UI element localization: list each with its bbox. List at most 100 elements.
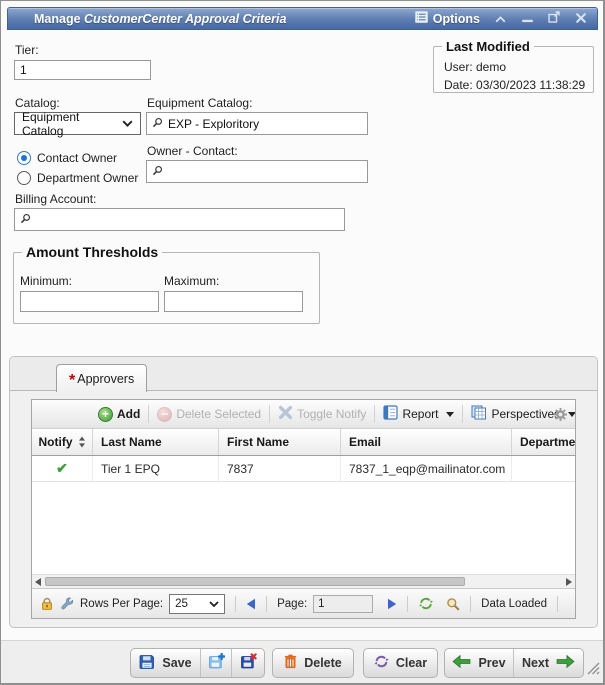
clear-refresh-icon bbox=[374, 654, 389, 672]
column-header-notify[interactable]: Notify bbox=[32, 429, 93, 455]
refresh-button[interactable] bbox=[418, 596, 434, 611]
minimum-input[interactable] bbox=[20, 291, 159, 312]
toggle-notify-icon bbox=[278, 405, 293, 423]
window-title: Manage CustomerCenter Approval Criteria bbox=[34, 12, 286, 26]
delete-button[interactable]: Delete bbox=[272, 648, 354, 678]
approvers-panel: * Approvers + Add − Delete Selected Togg… bbox=[9, 356, 598, 628]
page-input[interactable] bbox=[313, 595, 373, 613]
notify-check-icon: ✔ bbox=[56, 460, 68, 477]
rows-per-page-value: 25 bbox=[175, 598, 188, 610]
contact-owner-radio[interactable]: Contact Owner bbox=[17, 151, 117, 165]
toggle-notify-button[interactable]: Toggle Notify bbox=[276, 405, 368, 423]
report-icon bbox=[383, 405, 398, 423]
close-button[interactable] bbox=[574, 12, 588, 26]
save-floppy-icon bbox=[139, 654, 155, 673]
search-icon bbox=[20, 213, 31, 227]
column-header-first-name[interactable]: First Name bbox=[219, 429, 341, 455]
chevron-down-icon bbox=[568, 412, 576, 417]
column-header-last-name[interactable]: Last Name bbox=[93, 429, 219, 455]
chevron-down-icon bbox=[446, 412, 454, 417]
scroll-right-arrow-icon[interactable] bbox=[563, 575, 575, 589]
footer-bar: Save Delete Clear Prev Next bbox=[1, 640, 603, 683]
search-icon bbox=[152, 117, 163, 131]
save-add-floppy-icon bbox=[208, 653, 225, 673]
scrollbar-thumb[interactable] bbox=[45, 577, 465, 586]
save-and-add-button[interactable] bbox=[201, 649, 233, 677]
rows-per-page-select[interactable]: 25 bbox=[169, 594, 225, 614]
window-titlebar: Manage CustomerCenter Approval Criteria … bbox=[7, 7, 598, 30]
delete-selected-button[interactable]: − Delete Selected bbox=[155, 407, 263, 422]
last-modified-fieldset: Last Modified User: demo Date: 03/30/202… bbox=[433, 39, 594, 93]
delete-selected-icon: − bbox=[157, 407, 172, 422]
radio-unselected-icon bbox=[17, 171, 31, 185]
last-modified-date: Date: 03/30/2023 11:38:29 bbox=[444, 78, 585, 92]
last-modified-legend: Last Modified bbox=[442, 39, 534, 54]
tier-input[interactable] bbox=[14, 60, 151, 80]
radio-selected-icon bbox=[17, 151, 31, 165]
billing-account-input[interactable] bbox=[14, 208, 345, 231]
equipment-catalog-input[interactable]: EXP - Exploritory bbox=[146, 112, 368, 135]
minimum-label: Minimum: bbox=[20, 274, 72, 288]
clear-button[interactable]: Clear bbox=[363, 648, 438, 678]
save-button[interactable]: Save bbox=[131, 649, 201, 677]
horizontal-scrollbar[interactable] bbox=[32, 574, 575, 588]
wrench-icon[interactable] bbox=[60, 597, 74, 611]
maximum-input[interactable] bbox=[164, 291, 303, 312]
tier-label: Tier: bbox=[15, 43, 39, 57]
next-button[interactable]: Next bbox=[514, 649, 583, 677]
close-icon bbox=[576, 10, 586, 28]
perspectives-icon bbox=[471, 405, 487, 423]
next-page-button[interactable] bbox=[387, 598, 397, 610]
grid-empty-area bbox=[32, 482, 575, 574]
equipment-catalog-value: EXP - Exploritory bbox=[168, 117, 259, 131]
scroll-left-arrow-icon[interactable] bbox=[32, 575, 44, 589]
rows-per-page-label: Rows Per Page: bbox=[80, 598, 163, 610]
collapse-button[interactable] bbox=[493, 12, 507, 26]
department-owner-label: Department Owner bbox=[37, 171, 138, 185]
options-button[interactable]: Options bbox=[415, 11, 480, 26]
chevron-up-icon bbox=[495, 10, 506, 28]
minimize-button[interactable] bbox=[520, 12, 534, 26]
prev-page-button[interactable] bbox=[246, 598, 256, 610]
gear-icon bbox=[553, 407, 568, 427]
grid-settings-button[interactable] bbox=[553, 407, 568, 427]
owner-contact-label: Owner - Contact: bbox=[147, 144, 238, 158]
owner-contact-input[interactable] bbox=[146, 160, 368, 183]
tab-approvers-label: Approvers bbox=[77, 372, 134, 386]
arrow-left-icon bbox=[452, 654, 471, 672]
catalog-label: Catalog: bbox=[15, 96, 60, 110]
lock-icon[interactable] bbox=[40, 597, 54, 611]
cell-last-name: Tier 1 EPQ bbox=[93, 456, 219, 481]
chevron-down-icon bbox=[122, 120, 133, 127]
catalog-select-value: Equipment Catalog bbox=[22, 110, 122, 138]
department-owner-radio[interactable]: Department Owner bbox=[17, 171, 138, 185]
add-icon: + bbox=[98, 407, 113, 422]
add-button[interactable]: + Add bbox=[96, 407, 142, 422]
amount-thresholds-legend: Amount Thresholds bbox=[22, 244, 162, 260]
save-close-floppy-icon bbox=[240, 653, 257, 673]
catalog-select[interactable]: Equipment Catalog bbox=[14, 112, 141, 135]
billing-account-label: Billing Account: bbox=[15, 192, 96, 206]
trash-icon bbox=[284, 654, 297, 672]
report-button[interactable]: Report bbox=[381, 405, 456, 423]
cell-department bbox=[512, 456, 576, 481]
prev-button[interactable]: Prev bbox=[445, 649, 514, 677]
sort-icon bbox=[78, 436, 86, 448]
status-text: Data Loaded bbox=[481, 598, 547, 610]
grid-toolbar: + Add − Delete Selected Toggle Notify Re… bbox=[32, 400, 575, 429]
popout-button[interactable] bbox=[547, 12, 561, 26]
search-button[interactable] bbox=[446, 597, 460, 611]
maximum-label: Maximum: bbox=[164, 274, 219, 288]
resize-grip[interactable] bbox=[587, 662, 600, 680]
tab-approvers[interactable]: * Approvers bbox=[56, 364, 147, 392]
column-header-department[interactable]: Department bbox=[512, 429, 576, 455]
options-list-icon bbox=[415, 11, 428, 26]
grid-header-row: Notify Last Name First Name Email Depart… bbox=[32, 429, 575, 456]
column-header-email[interactable]: Email bbox=[341, 429, 512, 455]
amount-thresholds-fieldset: Amount Thresholds Minimum: Maximum: bbox=[13, 244, 320, 324]
cell-first-name: 7837 bbox=[219, 456, 341, 481]
required-marker: * bbox=[69, 376, 75, 386]
popout-icon bbox=[548, 10, 560, 28]
table-row[interactable]: ✔ Tier 1 EPQ 7837 7837_1_eqp@mailinator.… bbox=[32, 456, 575, 482]
save-and-close-button[interactable] bbox=[232, 649, 264, 677]
